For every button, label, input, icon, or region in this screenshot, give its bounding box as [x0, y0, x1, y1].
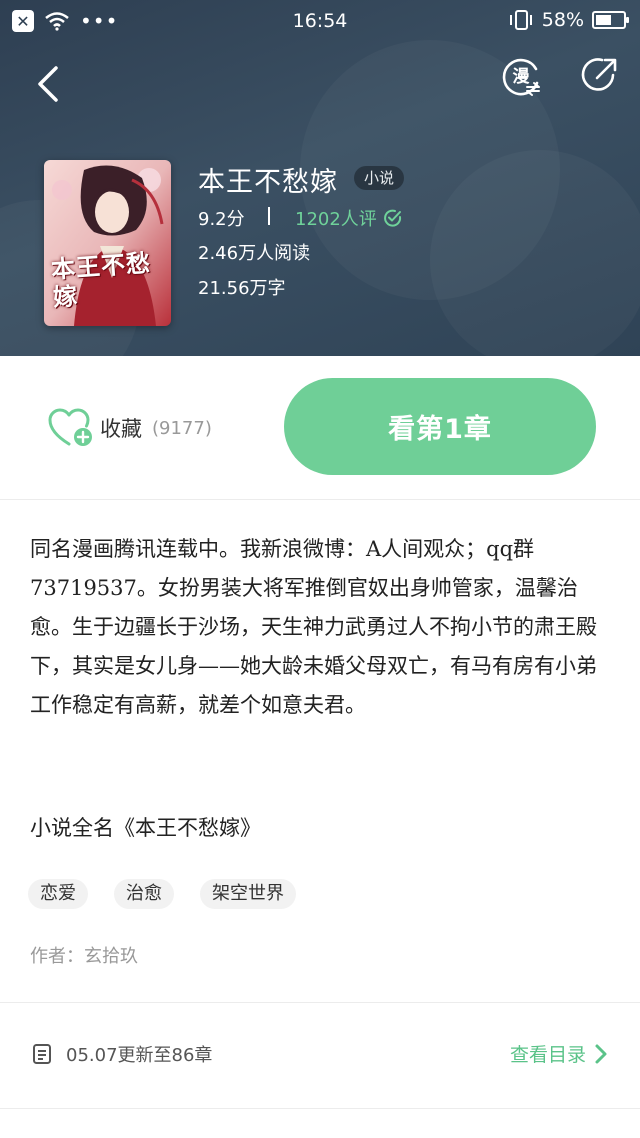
section-divider — [0, 1002, 640, 1003]
tag-list: 恋爱 治愈 架空世界 — [28, 879, 296, 909]
reviews-count: 1202人评 — [295, 209, 377, 230]
manga-switch-button[interactable]: 漫 — [500, 55, 542, 97]
score-divider — [268, 207, 270, 225]
svg-text:漫: 漫 — [513, 66, 531, 87]
share-button[interactable] — [580, 55, 620, 95]
update-info: 05.07更新至86章 — [32, 1041, 212, 1067]
view-toc-button[interactable]: 查看目录 — [510, 1040, 608, 1067]
tag-fantasy-world[interactable]: 架空世界 — [200, 879, 296, 909]
bottom-divider — [0, 1108, 640, 1109]
favorite-count: (9177) — [152, 417, 212, 439]
check-circle-icon — [383, 209, 401, 227]
reviews-link[interactable]: 1202人评 — [295, 205, 403, 231]
status-bar: ✕ ••• 16:54 58% — [0, 0, 640, 44]
document-icon — [33, 1044, 51, 1064]
book-description: 同名漫画腾讯连载中。我新浪微博：A人间观众；qq群73719537。女扮男装大将… — [30, 537, 597, 717]
update-text: 05.07更新至86章 — [66, 1045, 213, 1066]
read-count: 2.46万人阅读 — [198, 243, 311, 264]
word-count: 21.56万字 — [198, 278, 286, 299]
battery-level — [596, 15, 611, 25]
type-badge: 小说 — [354, 166, 405, 190]
back-arrow-icon — [38, 66, 58, 102]
book-score: 9.2分 — [198, 209, 245, 230]
favorite-label: 收藏 — [100, 417, 142, 441]
book-header: ✕ ••• 16:54 58% 漫 本王不愁嫁 本王不愁嫁 小说 9.2分 12… — [0, 0, 640, 356]
read-first-chapter-button[interactable]: 看第1章 — [284, 378, 596, 475]
battery-icon — [592, 11, 629, 29]
manga-switch-icon: 漫 — [502, 58, 540, 96]
toc-label: 查看目录 — [509, 1044, 586, 1066]
back-button[interactable] — [30, 62, 70, 106]
battery-percent: 58% — [541, 9, 584, 31]
book-title: 本王不愁嫁 — [198, 167, 338, 198]
book-cover[interactable]: 本王不愁嫁 — [44, 160, 171, 326]
heart-plus-icon — [48, 408, 92, 446]
share-icon — [581, 58, 617, 91]
chevron-right-icon — [595, 1044, 607, 1063]
vibrate-icon — [509, 10, 532, 30]
cover-title-art: 本王不愁嫁 — [50, 248, 152, 312]
tag-romance[interactable]: 恋爱 — [28, 879, 88, 909]
author-name[interactable]: 作者：玄拾玖 — [30, 942, 138, 968]
full-title-note: 小说全名《本王不愁嫁》 — [30, 816, 261, 840]
favorite-button[interactable]: 收藏 (9177) — [48, 408, 212, 448]
tag-healing[interactable]: 治愈 — [114, 879, 174, 909]
